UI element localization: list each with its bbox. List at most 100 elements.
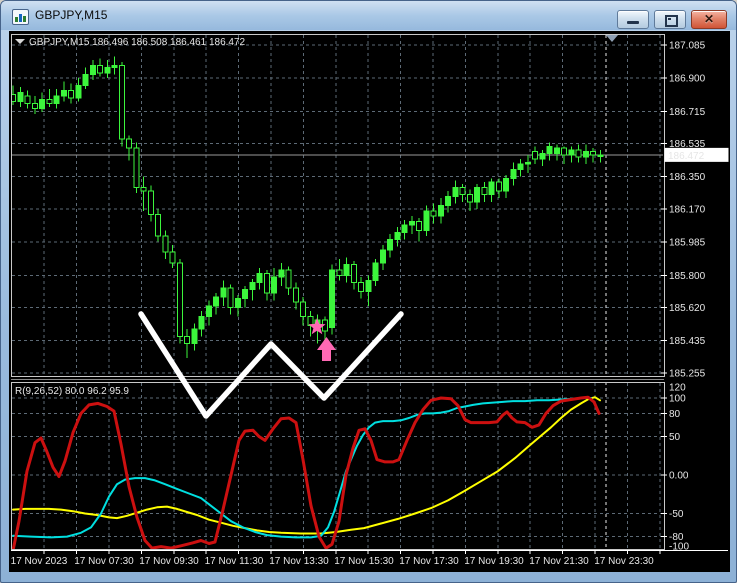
pane-frames <box>11 34 728 551</box>
candle-body <box>191 328 198 344</box>
candle-body <box>575 149 582 158</box>
time-tick-label: 17 Nov 15:30 <box>334 556 394 567</box>
indicator-tick-label: -100 <box>669 542 689 553</box>
time-tick-label: 17 Nov 17:30 <box>399 556 459 567</box>
time-axis[interactable]: 17 Nov 2023 17 Nov 07:30 17 Nov 09:30 17 No… <box>11 550 661 567</box>
candle-body <box>590 151 596 156</box>
restore-icon <box>665 15 678 27</box>
indicator-tick-label: -50 <box>669 509 684 520</box>
candle-body <box>300 301 306 318</box>
candle-body <box>220 287 227 298</box>
candle-body <box>147 190 154 215</box>
candle-body <box>82 74 89 86</box>
candle-body <box>133 147 140 188</box>
chart-window: GBPJPY,M15 ✕ 187.085 186.900 186.715 186.53… <box>0 0 737 583</box>
minimize-button[interactable] <box>617 10 649 29</box>
price-tick-label: 185.800 <box>669 271 706 282</box>
candle-body <box>278 269 285 278</box>
candle-body <box>198 316 205 330</box>
indicator-lines <box>12 395 601 549</box>
candle-body <box>97 65 103 74</box>
candle-body <box>242 289 248 300</box>
chart-header[interactable]: GBPJPY,M15 186.496 186.508 186.461 186.4… <box>15 37 246 48</box>
candle-body <box>292 287 299 303</box>
candle-body <box>104 66 111 74</box>
candle-body <box>394 231 401 240</box>
candle-body <box>17 91 24 102</box>
indicator-tick-label: 100 <box>669 394 686 405</box>
close-icon: ✕ <box>703 12 715 26</box>
candle-body <box>437 204 444 217</box>
candle-body <box>423 210 430 232</box>
candle-body <box>466 194 473 203</box>
candle-body <box>350 264 357 283</box>
indicator-line-tenkan-red <box>12 395 601 549</box>
price-axis[interactable]: 187.085186.900186.715186.535186.350186.1… <box>661 41 729 380</box>
price-tick-label: 185.985 <box>669 238 706 249</box>
candle-body <box>126 138 132 149</box>
candle-body <box>213 296 219 307</box>
time-tick-label: 17 Nov 07:30 <box>74 556 134 567</box>
candle-body <box>481 186 488 196</box>
candle-body <box>408 221 415 226</box>
candle-body <box>568 149 575 156</box>
shift-marker-icon <box>606 35 618 42</box>
minimize-icon <box>627 21 639 24</box>
chevron-down-icon <box>15 39 25 44</box>
candle-body <box>445 195 451 206</box>
time-tick-label: 17 Nov 19:30 <box>464 556 524 567</box>
candle-body <box>372 262 379 282</box>
candle-body <box>39 99 45 110</box>
chart-doc-icon <box>12 9 29 25</box>
chart-shift-line[interactable] <box>605 35 618 549</box>
candle-body <box>263 273 270 294</box>
candle-body <box>532 151 538 160</box>
price-tick-label: 186.900 <box>669 74 706 85</box>
candle-body <box>452 186 459 197</box>
candle-body <box>60 90 67 97</box>
price-chart-svg[interactable]: 187.085186.900186.715186.535186.350186.1… <box>9 31 730 572</box>
candle-body <box>524 161 531 165</box>
candle-body <box>430 210 437 217</box>
indicator-tick-label: 80 <box>669 409 681 420</box>
time-tick-label: 17 Nov 11:30 <box>205 556 264 567</box>
candle-body <box>227 287 234 309</box>
candle-body <box>358 281 364 292</box>
time-tick-label: 17 Nov 23:30 <box>594 556 654 567</box>
candle-body <box>336 269 343 276</box>
candle-body <box>416 221 422 232</box>
restore-button[interactable] <box>654 10 686 29</box>
candle-body <box>271 276 277 294</box>
indicator-tick-label: 0.00 <box>669 471 689 482</box>
chart-client-area[interactable]: 187.085 186.900 186.715 186.535 186.350 186.1… <box>9 31 730 572</box>
candle-body <box>75 84 82 99</box>
candle-body <box>184 335 190 344</box>
candle-body <box>561 147 567 156</box>
candle-body <box>387 238 393 251</box>
candle-body <box>510 169 517 180</box>
price-tick-label: 185.435 <box>669 336 706 347</box>
candle-body <box>24 95 31 104</box>
price-tick-label: 187.085 <box>669 41 706 52</box>
title-bar[interactable]: GBPJPY,M15 ✕ <box>1 1 736 30</box>
grid <box>12 35 663 548</box>
indicator-line-kijun-cyan <box>12 397 592 539</box>
indicator-name-label: R(9,26,52) 80.0 96.2 95.9 <box>15 386 129 397</box>
candle-body <box>488 181 495 196</box>
indicator-axis[interactable]: 12010080500.00-50-80-100 <box>661 383 689 553</box>
candle-body <box>503 178 509 192</box>
time-tick-label: 17 Nov 2023 <box>11 556 68 567</box>
candle-body <box>256 273 263 283</box>
candle-body <box>553 147 560 154</box>
indicator-tick-label: 120 <box>669 383 686 394</box>
candle-body <box>46 99 53 104</box>
close-button[interactable]: ✕ <box>691 10 727 29</box>
candle-body <box>546 145 553 154</box>
candle-body <box>205 305 212 318</box>
price-tick-label: 186.350 <box>669 172 706 183</box>
price-tick-label: 185.620 <box>669 303 706 314</box>
window-title: GBPJPY,M15 <box>35 8 108 22</box>
candle-body <box>234 298 241 309</box>
candle-body <box>176 262 183 337</box>
candle-body <box>162 235 169 253</box>
